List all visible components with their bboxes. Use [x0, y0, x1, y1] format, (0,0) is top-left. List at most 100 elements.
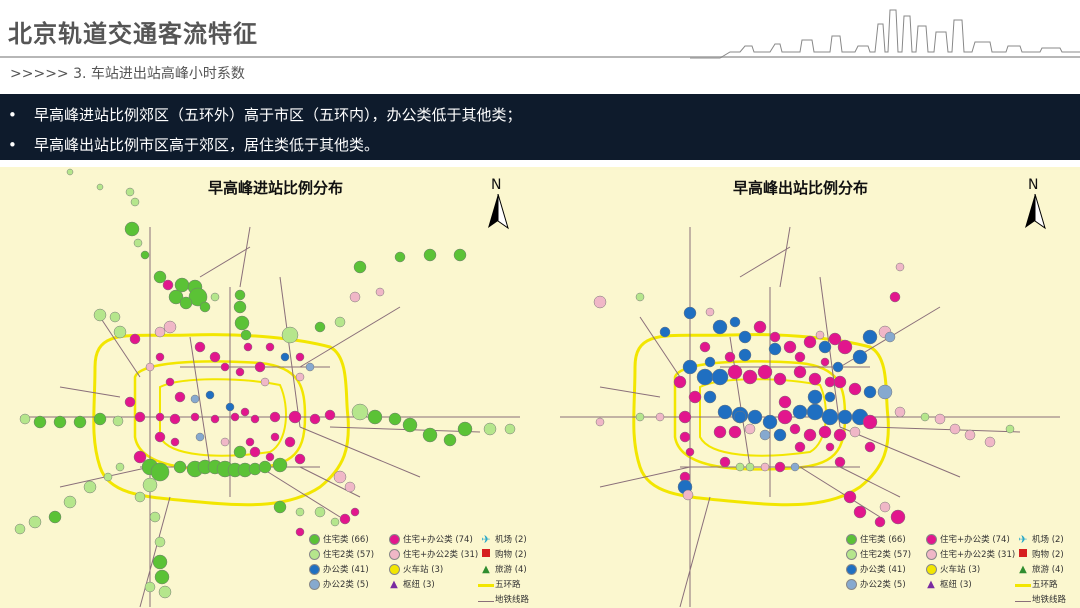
legend-circle-icon [922, 564, 940, 575]
legend-circle-icon [385, 564, 403, 575]
legend-label: 五环路 [495, 580, 521, 590]
exit-station [820, 357, 830, 367]
exit-station [789, 423, 801, 435]
entry-station [314, 506, 326, 518]
legend-item: 五环路 [477, 578, 521, 590]
exit-station [818, 425, 832, 439]
entry-station [154, 536, 166, 548]
entry-station [63, 495, 77, 509]
legend-label: 办公2类 (5) [860, 580, 906, 590]
legend-label: 地铁线路 [495, 595, 530, 605]
exit-station [874, 516, 886, 528]
exit-station [777, 409, 793, 425]
exit-station [719, 456, 731, 468]
legend-line-icon [477, 580, 495, 590]
exit-station [824, 376, 836, 388]
legend-item: 火车站 (3) [385, 563, 443, 575]
metro-line [599, 466, 691, 488]
exit-station [895, 262, 905, 272]
exit-station [704, 356, 716, 368]
legend-circle-icon [842, 549, 860, 560]
entry-station [349, 291, 361, 303]
exit-station [685, 447, 695, 457]
exit-station [733, 410, 747, 424]
entry-station [260, 377, 270, 387]
legend-label: 机场 (2) [1032, 535, 1064, 545]
entry-station [103, 472, 113, 482]
legend-triangle-icon: ▲ [482, 564, 490, 575]
legend-circle-icon [922, 534, 940, 545]
exit-station [949, 423, 961, 435]
metro-line [599, 386, 661, 398]
exit-station [768, 342, 782, 356]
entry-station [225, 402, 235, 412]
legend-right: 住宅类 (66) 住宅2类 (57) 办公类 (41) 办公2类 (5) 住宅+办公类 … [842, 533, 1077, 605]
exit-station [792, 404, 808, 420]
entry-station [504, 423, 516, 435]
entry-station [153, 270, 167, 284]
entry-station [394, 251, 406, 263]
entry-station [133, 238, 143, 248]
exit-station [877, 384, 893, 400]
legend-item: ▲ 旅游 (4) [477, 563, 527, 575]
exit-station [595, 417, 605, 427]
legend-circle-icon [305, 549, 323, 560]
entry-station [199, 301, 211, 313]
metro-line [779, 226, 791, 288]
legend-item: 办公类 (41) [842, 563, 906, 575]
entry-station [134, 411, 146, 423]
metro-line [679, 496, 711, 608]
entry-station [163, 320, 177, 334]
legend-item: ✈ 机场 (2) [1014, 533, 1064, 546]
entry-station [273, 500, 287, 514]
exit-station [825, 442, 835, 452]
legend-item: 办公类 (41) [305, 563, 369, 575]
legend-label: 购物 (2) [1032, 550, 1064, 560]
legend-label: 住宅类 (66) [860, 535, 906, 545]
exit-station [745, 462, 755, 472]
legend-circle-icon [305, 564, 323, 575]
entry-station [240, 329, 252, 341]
exit-station [729, 316, 741, 328]
entry-station [154, 326, 166, 338]
exit-station [753, 320, 767, 334]
exit-station [593, 295, 607, 309]
legend-item: 购物 (2) [1014, 548, 1064, 560]
entry-station [288, 410, 302, 424]
entry-station [190, 394, 200, 404]
entry-station [33, 415, 47, 429]
bullet-2-text: 早高峰出站比例市区高于郊区，居住类低于其他类。 [34, 136, 380, 154]
summary-banner: • 早高峰进站比例郊区（五环外）高于市区（五环内），办公类低于其他类； • 早高峰出… [0, 94, 1080, 160]
exit-station [682, 489, 694, 501]
entry-station [281, 326, 299, 344]
exit-station [747, 409, 763, 425]
exit-station [773, 428, 787, 442]
exit-station [832, 361, 844, 373]
entry-station [243, 342, 253, 352]
exit-station [793, 365, 807, 379]
entry-station [265, 452, 275, 462]
exit-station [890, 509, 906, 525]
legend-line-icon [1014, 595, 1032, 605]
entry-station [254, 361, 266, 373]
entry-station [124, 221, 140, 237]
exit-station [688, 390, 702, 404]
legend-circle-icon [922, 549, 940, 560]
legend-circle-icon [385, 534, 403, 545]
exit-station [699, 341, 711, 353]
exit-station [794, 351, 806, 363]
section-subtitle: >>>>> 3. 车站进出站高峰小时系数 [10, 66, 245, 82]
legend-item: ▲ 枢纽 (3) [385, 578, 435, 590]
north-arrow-icon [488, 194, 509, 230]
entry-station [324, 409, 336, 421]
entry-station [443, 433, 457, 447]
entry-station [295, 527, 305, 537]
exit-station [738, 330, 752, 344]
entry-station [129, 333, 141, 345]
legend-item: ✈ 机场 (2) [477, 533, 526, 546]
exit-station [759, 429, 771, 441]
entry-station [150, 462, 170, 482]
entry-station [112, 415, 124, 427]
exit-station [659, 326, 671, 338]
exit-station [808, 372, 822, 386]
